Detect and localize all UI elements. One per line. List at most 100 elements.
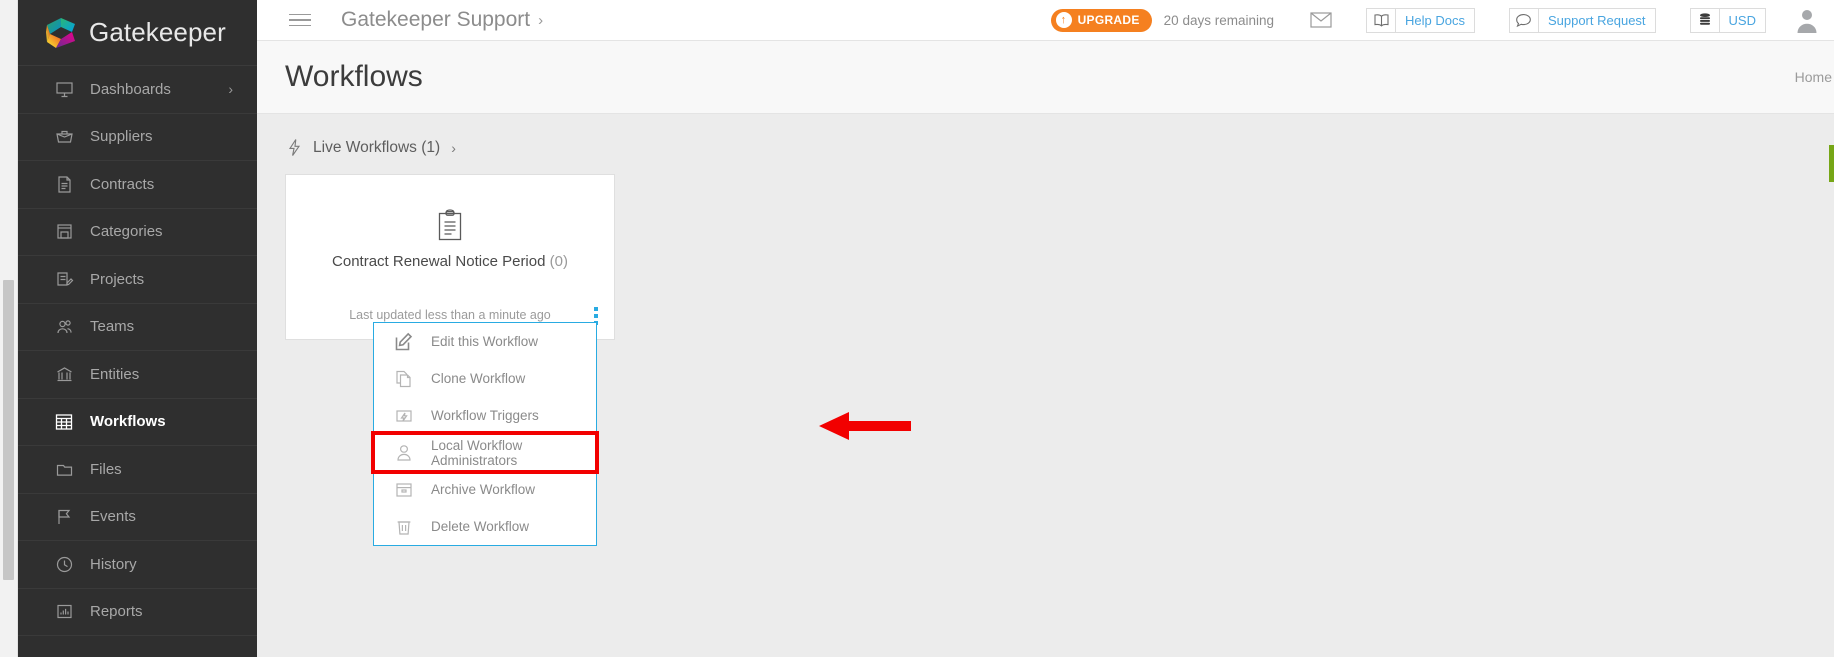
sidebar-item-label: Suppliers	[90, 128, 153, 146]
copy-icon	[393, 368, 415, 390]
book-icon	[1367, 8, 1396, 32]
help-docs-button[interactable]: Help Docs	[1366, 7, 1475, 33]
workflow-card-footer: Last updated less than a minute ago	[286, 308, 614, 322]
workflow-card[interactable]: Contract Renewal Notice Period (0) Last …	[285, 174, 615, 340]
user-avatar-icon[interactable]	[1794, 7, 1820, 33]
sidebar-item-entities[interactable]: Entities	[18, 351, 257, 399]
chevron-right-icon: ›	[451, 139, 456, 156]
workflow-count: (0)	[549, 253, 568, 270]
sidebar-item-label: Entities	[90, 365, 140, 383]
bank-icon	[53, 363, 75, 385]
hamburger-icon[interactable]	[289, 11, 311, 29]
clipboard-icon	[286, 209, 614, 243]
side-feedback-tab[interactable]	[1829, 145, 1834, 182]
sidebar-item-label: Reports	[90, 603, 143, 621]
sidebar-item-label: Categories	[90, 223, 163, 241]
sidebar-item-files[interactable]: Files	[18, 446, 257, 494]
menu-item-label: Archive Workflow	[431, 482, 536, 497]
flag-icon	[53, 506, 75, 528]
trigger-bolt-icon	[393, 405, 415, 427]
sidebar-item-label: Projects	[90, 270, 145, 288]
sidebar-item-label: Contracts	[90, 175, 155, 193]
menu-item-archive-workflow[interactable]: Archive Workflow	[374, 471, 596, 508]
edit-pencil-icon	[393, 331, 415, 353]
gatekeeper-logo-icon	[44, 16, 78, 50]
live-workflows-section-header[interactable]: Live Workflows (1) ›	[257, 114, 1834, 157]
page-scrollbar[interactable]	[0, 0, 18, 657]
menu-item-label: Delete Workflow	[431, 519, 530, 534]
sidebar-item-reports[interactable]: Reports	[18, 589, 257, 636]
grid-workflow-icon	[53, 411, 75, 433]
main-content: Live Workflows (1) › Contract Renewal No…	[257, 114, 1834, 657]
arrow-up-circle-icon: ↑	[1055, 12, 1072, 28]
menu-item-label: Workflow Triggers	[431, 408, 539, 423]
support-request-label: Support Request	[1547, 12, 1646, 28]
topbar: Gatekeeper Support › ↑ UPGRADE 20 days r…	[257, 0, 1834, 41]
people-icon	[53, 316, 75, 338]
clock-icon	[53, 553, 75, 575]
sidebar-item-label: Files	[90, 460, 122, 478]
days-remaining-text: 20 days remaining	[1163, 12, 1274, 28]
chevron-right-icon: ›	[228, 81, 233, 98]
menu-item-local-workflow-administrators[interactable]: Local Workflow Administrators	[371, 431, 599, 474]
page-scrollbar-thumb[interactable]	[3, 280, 14, 580]
sidebar-item-projects[interactable]: Projects	[18, 256, 257, 304]
workflow-actions-dropdown: Edit this Workflow Clone Workflow Workfl…	[371, 322, 599, 546]
sidebar-item-label: Events	[90, 508, 136, 526]
sidebar-item-suppliers[interactable]: Suppliers	[18, 114, 257, 161]
upgrade-button[interactable]: ↑ UPGRADE	[1050, 8, 1152, 32]
trash-bin-icon	[393, 516, 415, 538]
sidebar-item-label: Workflows	[90, 413, 166, 431]
menu-item-label: Edit this Workflow	[431, 334, 539, 349]
page-header: Workflows Home	[257, 41, 1834, 114]
sidebar-item-label: Dashboards	[90, 80, 171, 98]
sidebar-item-history[interactable]: History	[18, 541, 257, 589]
upgrade-label: UPGRADE	[1077, 13, 1140, 27]
workflow-card-title: Contract Renewal Notice Period (0)	[286, 253, 614, 270]
user-person-icon	[393, 442, 415, 464]
currency-selector[interactable]: USD	[1689, 7, 1766, 33]
menu-item-workflow-triggers[interactable]: Workflow Triggers	[374, 397, 596, 434]
support-request-button[interactable]: Support Request	[1508, 7, 1656, 33]
org-title[interactable]: Gatekeeper Support	[341, 8, 530, 32]
menu-item-edit-workflow[interactable]: Edit this Workflow	[374, 323, 596, 360]
sidebar: Gatekeeper Dashboards › Suppliers Contra…	[18, 0, 257, 657]
monitor-icon	[53, 78, 75, 100]
breadcrumb-home[interactable]: Home	[1795, 69, 1834, 85]
help-docs-label: Help Docs	[1405, 12, 1465, 28]
lightning-bolt-icon	[287, 138, 302, 157]
chevron-right-icon[interactable]: ›	[538, 12, 543, 29]
bar-chart-icon	[53, 601, 75, 623]
brand[interactable]: Gatekeeper	[18, 0, 257, 66]
sidebar-item-contracts[interactable]: Contracts	[18, 161, 257, 209]
live-workflows-label: Live Workflows (1)	[313, 138, 441, 156]
sidebar-item-workflows[interactable]: Workflows	[18, 399, 257, 446]
folder-icon	[53, 458, 75, 480]
archive-box-icon	[53, 221, 75, 243]
red-pointer-arrow	[819, 410, 911, 447]
currency-label: USD	[1728, 12, 1756, 28]
page-title: Workflows	[285, 60, 423, 93]
archive-icon	[393, 479, 415, 501]
topbar-actions: ↑ UPGRADE 20 days remaining Help Docs Su…	[1050, 7, 1834, 33]
menu-item-clone-workflow[interactable]: Clone Workflow	[374, 360, 596, 397]
speech-bubble-icon	[1510, 8, 1539, 32]
briefcase-icon	[53, 126, 75, 148]
sidebar-item-categories[interactable]: Categories	[18, 209, 257, 256]
coins-stack-icon	[1691, 8, 1720, 32]
sidebar-item-label: Teams	[90, 318, 135, 336]
brand-name: Gatekeeper	[89, 17, 226, 47]
menu-item-delete-workflow[interactable]: Delete Workflow	[374, 508, 596, 545]
workflow-name: Contract Renewal Notice Period	[332, 253, 546, 270]
menu-item-label: Clone Workflow	[431, 371, 526, 386]
task-list-icon	[53, 268, 75, 290]
sidebar-item-dashboards[interactable]: Dashboards ›	[18, 66, 257, 114]
envelope-icon[interactable]	[1310, 12, 1332, 28]
sidebar-item-events[interactable]: Events	[18, 494, 257, 541]
sidebar-item-label: History	[90, 555, 137, 573]
last-updated-text: Last updated less than a minute ago	[349, 308, 551, 322]
app-root: Gatekeeper Dashboards › Suppliers Contra…	[0, 0, 1834, 657]
sidebar-nav: Dashboards › Suppliers Contracts Categor…	[18, 66, 257, 636]
menu-item-label: Local Workflow Administrators	[431, 437, 523, 468]
sidebar-item-teams[interactable]: Teams	[18, 304, 257, 351]
